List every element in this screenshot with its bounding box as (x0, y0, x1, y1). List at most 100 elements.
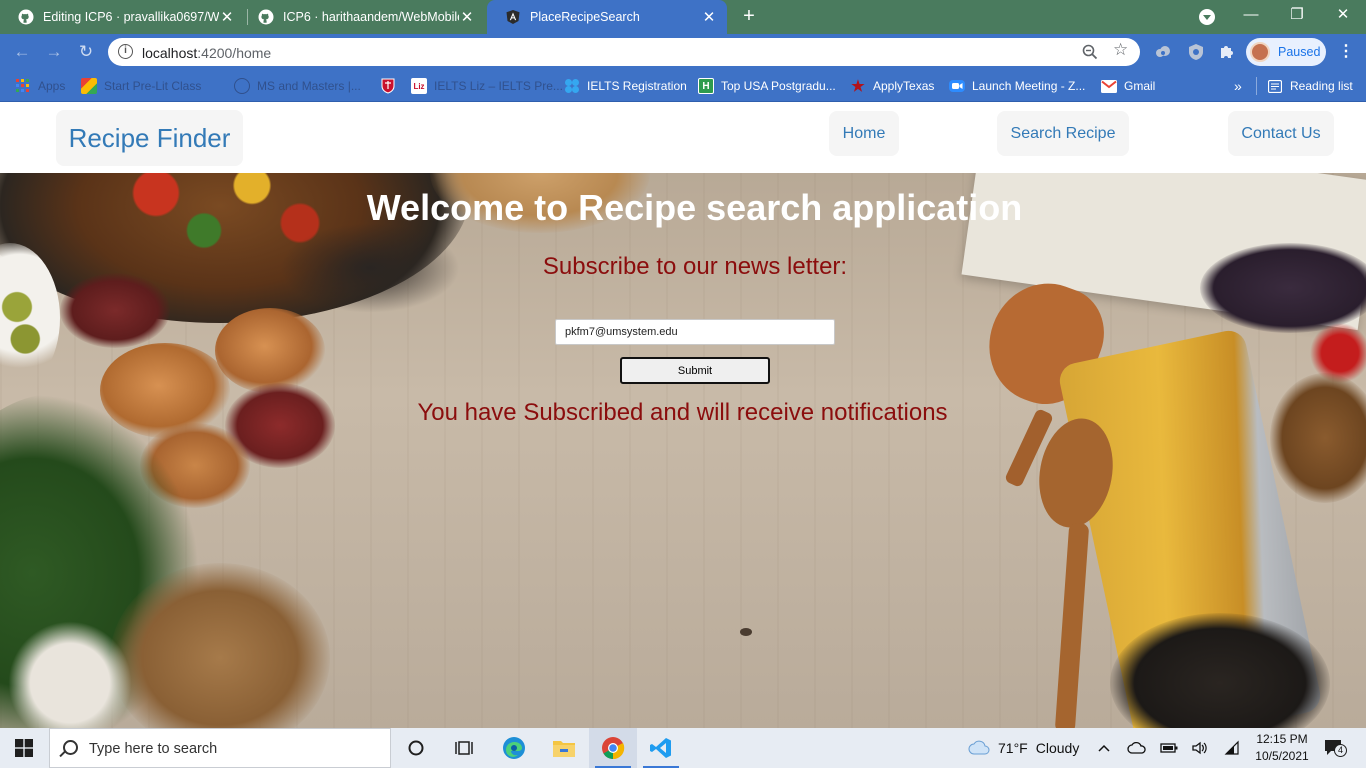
more-menu-icon[interactable]: ⋮ (1336, 43, 1356, 63)
bookmark-gmail[interactable]: Gmail (1101, 77, 1155, 95)
butterfly-icon (564, 78, 580, 94)
close-window-icon[interactable]: ✕ (1320, 0, 1366, 30)
url-path: :4200/home (197, 45, 272, 61)
cortana-icon[interactable] (392, 728, 440, 768)
taskbar-search-placeholder: Type here to search (89, 741, 218, 757)
extension-shield-icon[interactable] (1186, 42, 1206, 62)
onedrive-cloud-icon[interactable] (1127, 728, 1147, 768)
bookmark-ielts-registration[interactable]: IELTS Registration (564, 77, 687, 95)
taskbar-search-box[interactable]: Type here to search (49, 728, 391, 768)
bookmark-label: IELTS Liz – IELTS Pre... (434, 79, 563, 93)
weather-temperature: 71°F (998, 740, 1028, 756)
hero-title: Welcome to Recipe search application (366, 187, 1023, 228)
github-icon (258, 9, 274, 25)
bookmark-ms-masters[interactable]: MS and Masters |... (234, 77, 361, 95)
chrome-browser-icon[interactable] (589, 728, 637, 768)
avatar (1250, 42, 1270, 62)
browser-tab-2[interactable]: ICP6 · harithaandem/WebMobile ✕ (240, 0, 485, 34)
clock-date: 10/5/2021 (1255, 749, 1309, 763)
restore-window-icon[interactable]: ❐ (1274, 0, 1320, 30)
edge-browser-icon[interactable] (490, 728, 538, 768)
liz-icon: Liz (411, 78, 427, 94)
profile-status-label: Paused (1278, 45, 1321, 59)
nav-contact-us-link[interactable]: Contact Us (1228, 111, 1334, 156)
subscription-confirmation-message: You have Subscribed and will receive not… (417, 399, 948, 426)
bookmark-label: Start Pre-Lit Class (104, 79, 202, 93)
bookmark-apps[interactable]: Apps (15, 77, 65, 95)
tab-title: Editing ICP6 · pravallika0697/Wel (43, 10, 219, 24)
notification-count-badge: 4 (1334, 744, 1347, 757)
site-info-icon[interactable]: i (118, 44, 133, 59)
task-view-icon[interactable] (440, 728, 488, 768)
bookmark-star-icon[interactable]: ☆ (1113, 40, 1128, 60)
browser-tab-3[interactable]: PlaceRecipeSearch ✕ (487, 0, 727, 34)
bookmark-crest[interactable] (380, 77, 403, 95)
bookmark-label: IELTS Registration (587, 79, 687, 93)
windows-taskbar: Type here to search 71°F Cloudy 12:15 PM… (0, 728, 1366, 768)
bookmarks-bar: Apps Start Pre-Lit Class MS and Masters … (0, 70, 1366, 102)
vscode-icon[interactable] (637, 728, 685, 768)
back-arrow-icon[interactable]: ← (10, 40, 34, 64)
angular-icon (505, 9, 521, 25)
bookmark-label: Gmail (1124, 79, 1156, 93)
reading-list-button[interactable]: Reading list (1256, 77, 1353, 95)
hero-section: Welcome to Recipe search application Sub… (0, 173, 1366, 728)
browser-toolbar: ← → ↻ i localhost:4200/home ☆ Paused ⋮ (0, 34, 1366, 70)
nav-search-recipe-link[interactable]: Search Recipe (997, 111, 1129, 156)
submit-button[interactable]: Submit (620, 357, 770, 384)
tab-search-icon[interactable] (1199, 9, 1215, 25)
close-tab-icon[interactable]: ✕ (701, 8, 717, 26)
shield-crest-icon (380, 78, 396, 94)
file-explorer-icon[interactable] (540, 728, 588, 768)
reading-list-label: Reading list (1290, 79, 1353, 93)
bookmark-zoom[interactable]: Launch Meeting - Z... (949, 77, 1085, 95)
brand-logo-link[interactable]: Recipe Finder (56, 110, 243, 166)
github-icon (18, 9, 34, 25)
clock-time: 12:15 PM (1256, 732, 1308, 746)
bookmark-label: Top USA Postgradu... (721, 79, 836, 93)
nav-home-link[interactable]: Home (829, 111, 899, 156)
minimize-window-icon[interactable]: — (1228, 0, 1274, 30)
browser-tab-1[interactable]: Editing ICP6 · pravallika0697/Wel ✕ (0, 0, 245, 34)
windows-start-icon[interactable] (0, 728, 48, 768)
reload-icon[interactable]: ↻ (74, 40, 98, 64)
apps-grid-icon (15, 78, 31, 94)
profile-button[interactable]: Paused (1246, 38, 1326, 66)
system-clock[interactable]: 12:15 PM 10/5/2021 (1252, 731, 1312, 765)
action-center-notification-icon[interactable]: 4 (1324, 739, 1347, 757)
bookmark-label: Launch Meeting - Z... (972, 79, 1086, 93)
tab-title: ICP6 · harithaandem/WebMobile (283, 10, 459, 24)
bookmark-pre-lit[interactable]: Start Pre-Lit Class (81, 77, 201, 95)
battery-icon[interactable] (1160, 728, 1178, 768)
zoom-icon (949, 78, 965, 94)
bookmark-applytexas[interactable]: ★ ApplyTexas (850, 77, 934, 95)
close-tab-icon[interactable]: ✕ (219, 8, 235, 26)
forward-arrow-icon[interactable]: → (42, 40, 66, 64)
bookmarks-overflow-chevron-icon[interactable]: » (1234, 77, 1242, 95)
bookmark-label: Apps (38, 79, 66, 93)
address-bar[interactable]: i localhost:4200/home ☆ (108, 38, 1140, 66)
bookmark-top-usa[interactable]: H Top USA Postgradu... (698, 77, 836, 95)
volume-speaker-icon[interactable] (1191, 728, 1209, 768)
newsletter-email-input[interactable] (555, 319, 835, 345)
bookmark-ielts-liz[interactable]: Liz IELTS Liz – IELTS Pre... (411, 77, 563, 95)
globe-icon (234, 78, 250, 94)
cloud-weather-icon (968, 739, 990, 758)
new-tab-button[interactable]: + (738, 5, 760, 27)
zoom-magnifier-icon[interactable] (1081, 43, 1099, 61)
extensions-puzzle-icon[interactable] (1217, 42, 1237, 62)
tab-title: PlaceRecipeSearch (530, 10, 640, 24)
extension-cloud-icon[interactable] (1153, 42, 1173, 62)
url-text: localhost:4200/home (142, 45, 271, 61)
bookmark-label: ApplyTexas (873, 79, 935, 93)
close-tab-icon[interactable]: ✕ (459, 8, 475, 26)
site-navbar: Recipe Finder Home Search Recipe Contact… (0, 102, 1366, 173)
search-icon (63, 740, 78, 755)
network-wifi-icon[interactable] (1224, 728, 1242, 768)
url-host: localhost (142, 45, 198, 61)
h-logo-icon: H (698, 78, 714, 94)
show-hidden-icons-chevron-icon[interactable] (1097, 728, 1111, 768)
weather-description: Cloudy (1035, 740, 1080, 756)
colorful-grid-icon (81, 78, 97, 94)
weather-widget[interactable]: 71°F Cloudy (968, 728, 1079, 768)
